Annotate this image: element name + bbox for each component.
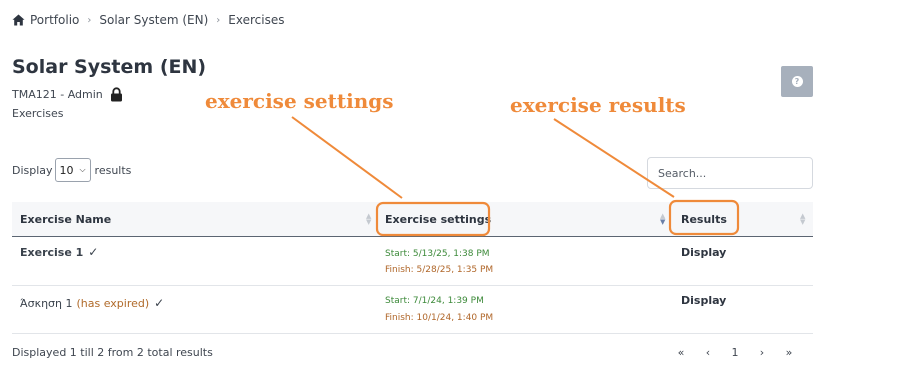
finish-date: Finish: 5/28/25, 1:35 PM <box>385 265 494 275</box>
chevron-right-icon: › <box>87 14 92 26</box>
annotation-exercise-results: exercise results <box>510 93 686 117</box>
breadcrumb-course[interactable]: Solar System (EN) <box>99 13 208 27</box>
breadcrumb-exercises: Exercises <box>228 13 285 27</box>
home-icon[interactable] <box>12 14 25 26</box>
search-input[interactable] <box>647 157 813 189</box>
page-1-button[interactable]: 1 <box>726 346 744 359</box>
column-header-results[interactable]: Results <box>681 202 727 237</box>
chevron-right-icon: › <box>216 14 221 26</box>
page-size-select[interactable]: 10 ⌵ <box>54 158 91 182</box>
last-page-button[interactable]: » <box>780 346 798 359</box>
exercise-name[interactable]: Exercise 1 <box>20 246 83 259</box>
page-title: Solar System (EN) <box>12 56 207 78</box>
start-date: Start: 7/1/24, 1:39 PM <box>385 296 484 306</box>
column-header-exercise-name[interactable]: Exercise Name <box>20 202 111 237</box>
display-results-link[interactable]: Display <box>681 246 726 259</box>
page-size-control: Display 10 ⌵ results <box>12 158 131 182</box>
start-date: Start: 5/13/25, 1:38 PM <box>385 249 490 259</box>
sort-icon[interactable]: ▲ ▼ <box>660 213 665 226</box>
lock-icon <box>110 87 122 102</box>
display-suffix: results <box>94 163 132 177</box>
question-icon: ? <box>791 76 803 87</box>
annotation-arrow-settings <box>291 116 403 199</box>
display-results-link[interactable]: Display <box>681 294 726 307</box>
check-icon: ✓ <box>88 245 99 259</box>
course-code-label: TMA121 - Admin <box>12 88 103 101</box>
section-label: Exercises <box>12 107 64 120</box>
expired-label: (has expired) <box>76 296 150 310</box>
sort-icon[interactable]: ▲ ▼ <box>800 213 805 226</box>
next-page-button[interactable]: › <box>753 346 771 359</box>
results-summary: Displayed 1 till 2 from 2 total results <box>12 346 213 359</box>
row-divider <box>12 285 813 286</box>
table-row-name[interactable]: Exercise 1 ✓ <box>20 245 98 259</box>
first-page-button[interactable]: « <box>672 346 690 359</box>
display-prefix: Display <box>12 163 53 177</box>
exercise-name[interactable]: Άσκηση 1 <box>20 297 72 310</box>
course-code: TMA121 - Admin <box>12 87 123 102</box>
column-header-exercise-settings[interactable]: Exercise settings <box>385 202 491 237</box>
finish-date: Finish: 10/1/24, 1:40 PM <box>385 313 494 323</box>
row-divider <box>12 333 813 334</box>
help-button[interactable]: ? <box>781 66 813 97</box>
table-row-name[interactable]: Άσκηση 1 (has expired) ✓ <box>20 296 164 310</box>
chevron-down-icon: ⌵ <box>79 165 86 174</box>
sort-icon[interactable]: ▲ ▼ <box>366 213 371 226</box>
breadcrumb: Portfolio › Solar System (EN) › Exercise… <box>12 12 284 28</box>
check-icon: ✓ <box>154 296 165 310</box>
breadcrumb-portfolio[interactable]: Portfolio <box>30 13 79 27</box>
table-header: Exercise Name ▲ ▼ Exercise settings ▲ ▼ Re… <box>12 202 813 237</box>
page-size-value: 10 <box>59 163 74 177</box>
annotation-exercise-settings: exercise settings <box>205 89 394 113</box>
previous-page-button[interactable]: ‹ <box>699 346 717 359</box>
